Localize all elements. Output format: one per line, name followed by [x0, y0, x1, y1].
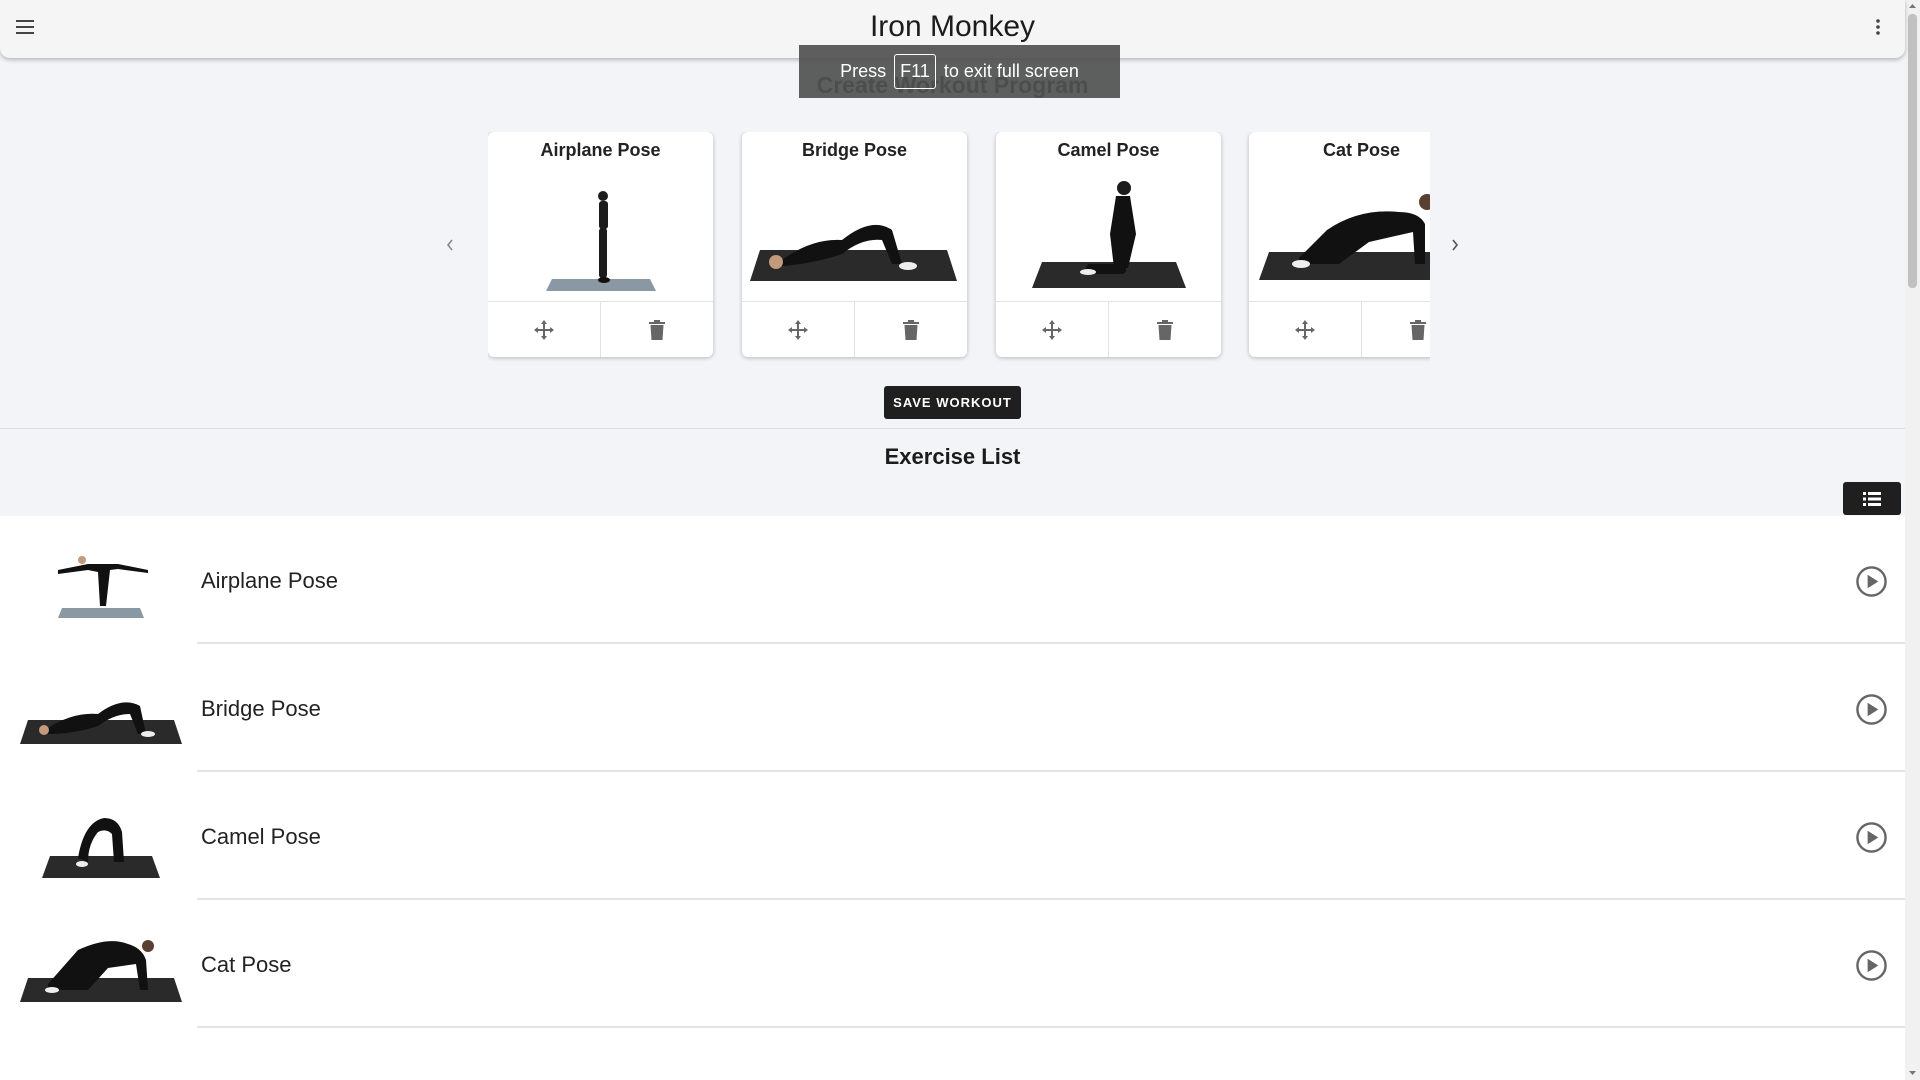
workout-card: Airplane Pose [488, 132, 713, 357]
trash-icon [903, 319, 919, 340]
drag-handle-button[interactable] [1249, 302, 1361, 357]
more-vert-icon[interactable] [1860, 9, 1896, 45]
move-arrows-icon [788, 319, 808, 340]
scroll-down-icon[interactable] [1908, 1068, 1917, 1077]
delete-button[interactable] [854, 302, 967, 357]
exercise-name: Camel Pose [201, 824, 321, 849]
vertical-scrollbar[interactable] [1905, 0, 1920, 1080]
play-circle-icon[interactable] [1855, 693, 1888, 726]
app-title: Iron Monkey [869, 10, 1036, 43]
camel-pose-thumbnail [42, 818, 160, 878]
airplane-pose-image [546, 191, 656, 291]
trash-icon [1157, 319, 1173, 340]
exercise-name: Cat Pose [201, 952, 292, 977]
delete-button[interactable] [1361, 302, 1430, 357]
exercise-list-heading: Exercise List [884, 444, 1021, 469]
exercise-list: Airplane Pose Bridge Pose Camel Pose Cat… [0, 516, 1905, 1080]
workout-card-title: Airplane Pose [540, 140, 661, 160]
section-divider [0, 428, 1905, 429]
camel-pose-image [1032, 181, 1186, 288]
drag-handle-button[interactable] [742, 302, 854, 357]
scroll-up-icon[interactable] [1908, 2, 1917, 11]
fullscreen-notice-text: to exit full screen [943, 61, 1079, 81]
airplane-pose-thumbnail [58, 556, 148, 618]
scrollbar-thumb[interactable] [1908, 14, 1917, 288]
fullscreen-notice-press: Press [840, 61, 887, 81]
trash-icon [1410, 319, 1426, 340]
carousel-prev-button[interactable] [435, 230, 465, 260]
move-arrows-icon [1295, 319, 1315, 340]
cat-pose-thumbnail [20, 940, 182, 1002]
play-circle-icon[interactable] [1855, 565, 1888, 598]
trash-icon [649, 319, 665, 340]
chevron-right-icon [1452, 239, 1459, 251]
fullscreen-notice-key: F11 [894, 54, 936, 89]
move-arrows-icon [1042, 319, 1062, 340]
play-circle-icon[interactable] [1855, 949, 1888, 982]
delete-button[interactable] [1108, 302, 1221, 357]
exercise-list-item[interactable]: Camel Pose [0, 772, 1905, 900]
play-circle-icon[interactable] [1855, 821, 1888, 854]
workout-card: Camel Pose [996, 132, 1221, 357]
bridge-pose-thumbnail [20, 702, 182, 744]
drag-handle-button[interactable] [488, 302, 600, 357]
save-workout-button[interactable]: SAVE WORKOUT [884, 386, 1021, 419]
exercise-name: Bridge Pose [201, 696, 321, 721]
workout-card: Cat Pose [1249, 132, 1430, 357]
row-divider [197, 1026, 1905, 1028]
drag-handle-button[interactable] [996, 302, 1108, 357]
cat-pose-image [1259, 194, 1430, 280]
carousel-next-button[interactable] [1440, 230, 1470, 260]
exercise-name: Airplane Pose [201, 568, 338, 593]
exercise-list-item[interactable]: Bridge Pose [0, 644, 1905, 772]
bridge-pose-image [750, 224, 957, 281]
list-view-icon [1863, 491, 1881, 506]
workout-card-title: Camel Pose [1057, 140, 1160, 160]
delete-button[interactable] [600, 302, 713, 357]
fullscreen-notice: Press F11 to exit full screen [799, 45, 1120, 98]
exercise-list-item[interactable]: Cat Pose [0, 900, 1905, 1028]
move-arrows-icon [534, 319, 554, 340]
workout-card-title: Cat Pose [1322, 140, 1401, 160]
chevron-left-icon [446, 239, 453, 251]
list-view-toggle-button[interactable] [1843, 482, 1901, 515]
workout-card: Bridge Pose [742, 132, 967, 357]
exercise-list-item[interactable]: Airplane Pose [0, 516, 1905, 644]
workout-carousel: Airplane Pose Bridge Pose Camel Pose Cat… [488, 132, 1430, 362]
workout-card-title: Bridge Pose [801, 140, 908, 160]
